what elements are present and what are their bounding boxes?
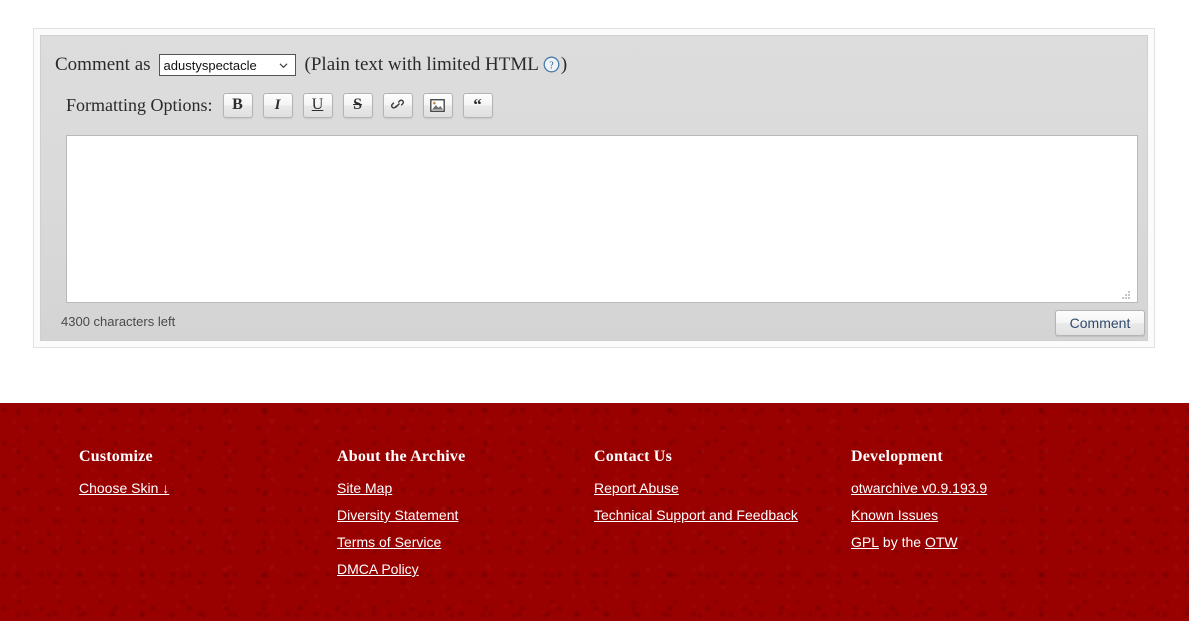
- footer-link-otw[interactable]: OTW: [925, 534, 958, 550]
- image-button[interactable]: [422, 92, 453, 118]
- footer-columns: Customize Choose Skin ↓ About the Archiv…: [0, 403, 1189, 588]
- footer-link-terms-of-service[interactable]: Terms of Service: [337, 534, 441, 550]
- svg-text:?: ?: [549, 60, 554, 71]
- footer-link-otwarchive-version[interactable]: otwarchive v0.9.193.9: [851, 480, 987, 496]
- footer-heading-development: Development: [851, 448, 943, 465]
- footer-column-customize: Customize Choose Skin ↓: [79, 448, 337, 588]
- footer-heading-contact-us: Contact Us: [594, 448, 672, 465]
- footer-link-report-abuse[interactable]: Report Abuse: [594, 480, 679, 496]
- comment-form-body: Comment as adustyspectacle (Plain text w…: [40, 35, 1148, 341]
- footer-heading-customize: Customize: [79, 448, 153, 465]
- quote-icon: “: [473, 94, 482, 114]
- image-icon: [430, 98, 445, 112]
- italic-icon: I: [274, 96, 281, 113]
- footer-link-site-map[interactable]: Site Map: [337, 480, 392, 496]
- footer-column-contact: Contact Us Report Abuse Technical Suppor…: [594, 448, 851, 588]
- strikethrough-icon: S: [353, 96, 362, 113]
- comment-as-row: Comment as adustyspectacle (Plain text w…: [55, 52, 1133, 78]
- comment-as-label: Comment as: [55, 54, 151, 75]
- plain-text-note-close: ): [560, 54, 568, 75]
- site-footer: Customize Choose Skin ↓ About the Archiv…: [0, 403, 1189, 621]
- footer-link-gpl[interactable]: GPL: [851, 534, 879, 550]
- comment-textarea[interactable]: [66, 135, 1138, 303]
- characters-left-counter: 4300 characters left: [61, 314, 176, 329]
- link-icon: [390, 98, 405, 113]
- user-select-wrapper: adustyspectacle: [158, 54, 296, 76]
- question-mark-circle-icon[interactable]: ?: [543, 56, 560, 73]
- footer-link-diversity-statement[interactable]: Diversity Statement: [337, 507, 458, 523]
- footer-link-dmca-policy[interactable]: DMCA Policy: [337, 561, 419, 577]
- comment-form-panel: Comment as adustyspectacle (Plain text w…: [33, 28, 1155, 348]
- bold-button[interactable]: B: [222, 92, 253, 118]
- comment-as-user-select[interactable]: adustyspectacle: [158, 54, 296, 76]
- quote-button[interactable]: “: [462, 92, 493, 118]
- footer-heading-about-the-archive: About the Archive: [337, 448, 466, 465]
- footer-link-choose-skin[interactable]: Choose Skin ↓: [79, 480, 169, 496]
- underline-button[interactable]: U: [302, 92, 333, 118]
- footer-link-known-issues[interactable]: Known Issues: [851, 507, 938, 523]
- link-button[interactable]: [382, 92, 413, 118]
- underline-icon: U: [311, 96, 324, 113]
- formatting-toolbar: Formatting Options: B I U S “: [66, 92, 1133, 118]
- plain-text-note: (Plain text with limited HTML ? ): [305, 54, 568, 76]
- bold-icon: B: [232, 96, 243, 113]
- footer-column-development: Development otwarchive v0.9.193.9 Known …: [851, 448, 1101, 588]
- footer-column-about: About the Archive Site Map Diversity Sta…: [337, 448, 594, 588]
- footer-link-technical-support[interactable]: Technical Support and Feedback: [594, 507, 798, 523]
- formatting-options-label: Formatting Options:: [66, 94, 213, 115]
- footer-license-line: GPL by the OTW: [851, 534, 1101, 550]
- strikethrough-button[interactable]: S: [342, 92, 373, 118]
- italic-button[interactable]: I: [262, 92, 293, 118]
- footer-license-middle-text: by the: [879, 534, 925, 550]
- comment-submit-button[interactable]: Comment: [1055, 310, 1145, 336]
- plain-text-note-text: (Plain text with limited HTML: [304, 54, 539, 75]
